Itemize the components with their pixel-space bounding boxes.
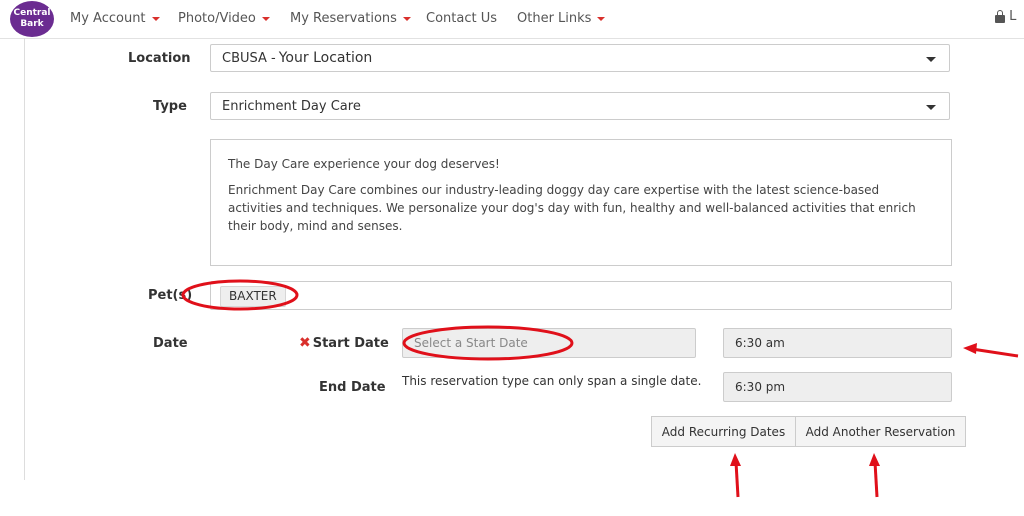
- nav-contact-us[interactable]: Contact Us: [426, 11, 497, 26]
- caret-down-icon: [151, 16, 160, 21]
- arrow-to-recurring-button: [734, 461, 740, 498]
- arrowhead-icon: [730, 453, 741, 466]
- dropdown-arrow-icon: [926, 57, 936, 62]
- type-description: The Day Care experience your dog deserve…: [210, 139, 952, 266]
- caret-down-icon: [402, 16, 411, 21]
- type-value: Enrichment Day Care: [222, 98, 361, 114]
- caret-down-icon: [597, 16, 606, 21]
- end-time-value: 6:30 pm: [735, 380, 786, 394]
- start-time-select[interactable]: 6:30 am: [723, 328, 952, 358]
- location-value: Your Location: [278, 50, 373, 66]
- nav-my-reservations-label: My Reservations: [290, 11, 397, 26]
- login-label: L: [1009, 9, 1017, 24]
- start-date-placeholder: Select a Start Date: [414, 336, 528, 350]
- type-label: Type: [153, 99, 187, 114]
- location-label: Location: [128, 51, 191, 66]
- nav-contact-us-label: Contact Us: [426, 11, 497, 26]
- location-prefix: CBUSA -: [222, 50, 276, 66]
- login-link[interactable]: L: [995, 9, 1016, 24]
- nav-photo-video[interactable]: Photo/Video: [178, 11, 270, 26]
- arrow-to-another-reservation-button: [873, 461, 879, 498]
- nav-other-links-label: Other Links: [517, 11, 592, 26]
- date-label: Date: [153, 336, 188, 351]
- arrowhead-icon: [963, 343, 977, 354]
- nav-photo-video-label: Photo/Video: [178, 11, 256, 26]
- dropdown-arrow-icon: [926, 105, 936, 110]
- end-time-select[interactable]: 6:30 pm: [723, 372, 952, 402]
- required-x-icon: ✖: [299, 335, 311, 351]
- pets-label: Pet(s): [148, 288, 193, 303]
- single-date-note: This reservation type can only span a si…: [402, 374, 702, 388]
- pets-select[interactable]: BAXTER: [210, 281, 952, 310]
- location-select[interactable]: CBUSA - Your Location: [210, 44, 950, 72]
- description-body: Enrichment Day Care combines our industr…: [228, 183, 916, 233]
- pet-tag[interactable]: BAXTER: [220, 286, 286, 307]
- arrow-to-start-time: [971, 347, 1019, 358]
- logo-line2: Bark: [20, 19, 44, 29]
- content-divider: [24, 38, 25, 480]
- start-date-label: ✖ Start Date: [299, 335, 389, 351]
- top-navigation: Central Bark My Account Photo/Video My R…: [0, 0, 1024, 39]
- logo-line1: Central: [13, 8, 51, 18]
- nav-my-reservations[interactable]: My Reservations: [290, 11, 411, 26]
- add-recurring-dates-button[interactable]: Add Recurring Dates: [651, 416, 796, 447]
- nav-other-links[interactable]: Other Links: [517, 11, 606, 26]
- start-date-input[interactable]: Select a Start Date: [402, 328, 696, 358]
- end-date-label: End Date: [319, 380, 386, 395]
- add-another-reservation-button[interactable]: Add Another Reservation: [795, 416, 966, 447]
- caret-down-icon: [261, 16, 270, 21]
- arrowhead-icon: [869, 453, 880, 466]
- nav-my-account-label: My Account: [70, 11, 146, 26]
- start-date-label-text: Start Date: [312, 336, 389, 351]
- lock-icon: [995, 10, 1005, 23]
- nav-my-account[interactable]: My Account: [70, 11, 160, 26]
- type-select[interactable]: Enrichment Day Care: [210, 92, 950, 120]
- start-time-value: 6:30 am: [735, 336, 785, 350]
- central-bark-logo[interactable]: Central Bark: [10, 1, 54, 37]
- description-headline: The Day Care experience your dog deserve…: [228, 157, 500, 171]
